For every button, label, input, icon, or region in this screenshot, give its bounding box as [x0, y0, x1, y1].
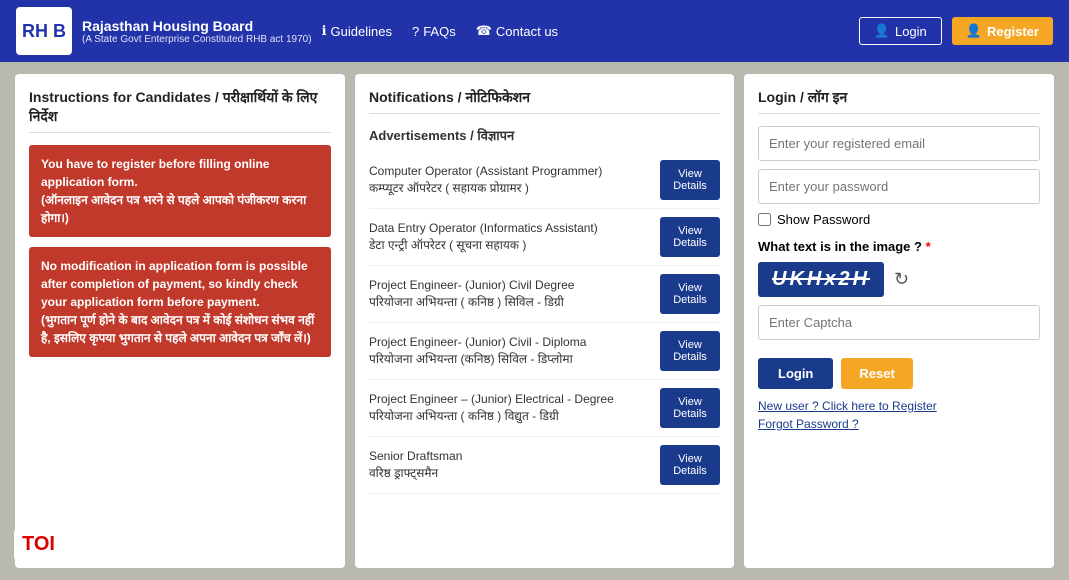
notif-text-3: Project Engineer- (Junior) Civil Degree … — [369, 277, 652, 311]
captcha-row: UKHx2H ↻ — [758, 262, 1040, 297]
notif-item-2: Data Entry Operator (Informatics Assista… — [369, 209, 720, 266]
view-details-button-6[interactable]: View Details — [660, 445, 720, 485]
org-name: Rajasthan Housing Board — [82, 18, 312, 34]
captcha-input[interactable] — [758, 305, 1040, 340]
show-password-label[interactable]: Show Password — [777, 212, 870, 227]
password-input[interactable] — [758, 169, 1040, 204]
logo-icon: RH B — [22, 21, 66, 42]
view-details-button-5[interactable]: View Details — [660, 388, 720, 428]
register-icon: 👤 — [966, 23, 982, 39]
notif-text-5: Project Engineer – (Junior) Electrical -… — [369, 391, 652, 425]
logo-box: RH B — [16, 7, 72, 55]
phone-icon: ☎ — [476, 23, 492, 39]
notifications-title: Notifications / नोटिफिकेशन — [369, 88, 720, 114]
instruction-box-1: You have to register before filling onli… — [29, 145, 331, 237]
login-panel: Login / लॉग इन Show Password What text i… — [744, 74, 1054, 568]
user-icon: 👤 — [874, 23, 890, 39]
view-details-button-2[interactable]: View Details — [660, 217, 720, 257]
view-details-button-4[interactable]: View Details — [660, 331, 720, 371]
instructions-title: Instructions for Candidates / परीक्षार्थ… — [29, 88, 331, 133]
notif-text-4: Project Engineer- (Junior) Civil - Diplo… — [369, 334, 652, 368]
notif-text-1: Computer Operator (Assistant Programmer)… — [369, 163, 652, 197]
toi-badge: TOI — [14, 529, 63, 560]
view-details-button-1[interactable]: View Details — [660, 160, 720, 200]
header-left: RH B Rajasthan Housing Board (A State Go… — [16, 7, 558, 55]
login-submit-button[interactable]: Login — [758, 358, 833, 389]
notifications-panel: Notifications / नोटिफिकेशन Advertisement… — [355, 74, 734, 568]
notif-item-5: Project Engineer – (Junior) Electrical -… — [369, 380, 720, 437]
nav-contact[interactable]: ☎ Contact us — [476, 23, 558, 39]
nav-guidelines[interactable]: ℹ Guidelines — [322, 23, 392, 39]
view-details-button-3[interactable]: View Details — [660, 274, 720, 314]
org-info: Rajasthan Housing Board (A State Govt En… — [82, 18, 312, 45]
header-right: 👤 Login 👤 Register — [859, 17, 1053, 45]
notif-item-3: Project Engineer- (Junior) Civil Degree … — [369, 266, 720, 323]
notif-item-6: Senior Draftsman वरिष्ठ ड्राफ्ट्समैन Vie… — [369, 437, 720, 494]
show-password-checkbox[interactable] — [758, 213, 771, 226]
login-actions: Login Reset — [758, 358, 1040, 389]
nav-faqs[interactable]: ? FAQs — [412, 24, 456, 39]
notif-text-2: Data Entry Operator (Informatics Assista… — [369, 220, 652, 254]
login-button[interactable]: 👤 Login — [859, 17, 942, 45]
register-link[interactable]: New user ? Click here to Register — [758, 399, 1040, 413]
header-nav: ℹ Guidelines ? FAQs ☎ Contact us — [322, 23, 559, 39]
refresh-captcha-icon[interactable]: ↻ — [894, 269, 909, 290]
header: RH B Rajasthan Housing Board (A State Go… — [0, 0, 1069, 62]
org-sub: (A State Govt Enterprise Constituted RHB… — [82, 34, 312, 45]
captcha-image: UKHx2H — [758, 262, 884, 297]
email-input[interactable] — [758, 126, 1040, 161]
show-password-row: Show Password — [758, 212, 1040, 227]
notif-item-1: Computer Operator (Assistant Programmer)… — [369, 152, 720, 209]
main-content: Instructions for Candidates / परीक्षार्थ… — [0, 62, 1069, 580]
forgot-password-link[interactable]: Forgot Password ? — [758, 417, 1040, 431]
guidelines-icon: ℹ — [322, 23, 327, 39]
notifications-sub-title: Advertisements / विज्ञापन — [369, 126, 720, 144]
notif-item-4: Project Engineer- (Junior) Civil - Diplo… — [369, 323, 720, 380]
reset-button[interactable]: Reset — [841, 358, 912, 389]
login-title: Login / लॉग इन — [758, 88, 1040, 114]
faqs-icon: ? — [412, 24, 419, 39]
instruction-box-2: No modification in application form is p… — [29, 247, 331, 357]
captcha-label: What text is in the image ? * — [758, 239, 1040, 254]
instructions-panel: Instructions for Candidates / परीक्षार्थ… — [15, 74, 345, 568]
register-button[interactable]: 👤 Register — [952, 17, 1053, 45]
notif-text-6: Senior Draftsman वरिष्ठ ड्राफ्ट्समैन — [369, 448, 652, 482]
